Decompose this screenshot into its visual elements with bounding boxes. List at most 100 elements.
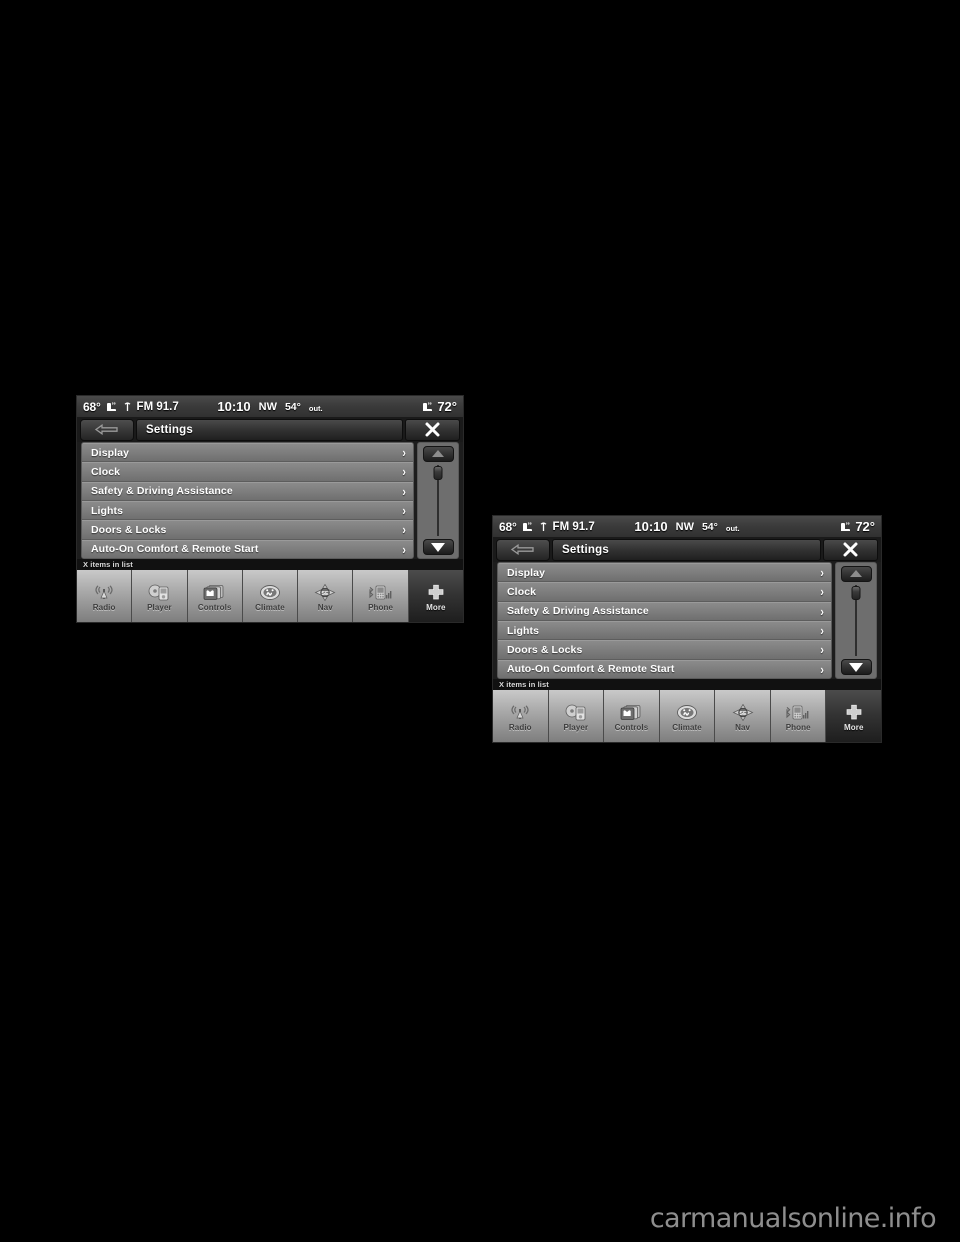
page-title: Settings bbox=[562, 543, 609, 556]
radio-screen-right: 68° FM 91.7 10:10 NW 54° out. 72° Settin… bbox=[492, 515, 882, 743]
screen-inner: 68° FM 91.7 10:10 NW 54° out. 72° Settin… bbox=[77, 396, 463, 622]
svg-text:SE: SE bbox=[739, 711, 747, 717]
climate-fan-icon bbox=[259, 583, 281, 602]
settings-body: Display › Clock › Safety & Driving Assis… bbox=[493, 561, 881, 680]
taskbar-item-climate[interactable]: Climate bbox=[242, 570, 299, 622]
scrollbar[interactable] bbox=[417, 441, 459, 560]
list-item[interactable]: Clock › bbox=[498, 582, 831, 602]
list-item-label: Clock bbox=[91, 465, 121, 478]
back-button[interactable] bbox=[496, 539, 550, 561]
scrollbar-thumb[interactable] bbox=[851, 585, 861, 600]
list-item-label: Lights bbox=[91, 504, 124, 517]
list-item-label: Display bbox=[91, 446, 130, 459]
radio-antenna-icon bbox=[538, 521, 549, 532]
list-item-label: Auto-On Comfort & Remote Start bbox=[91, 543, 259, 556]
list-item[interactable]: Clock › bbox=[82, 462, 413, 482]
taskbar-item-controls[interactable]: Controls bbox=[187, 570, 243, 622]
list-item-label: Lights bbox=[507, 624, 540, 637]
list-item[interactable]: Safety & Driving Assistance › bbox=[82, 481, 413, 501]
taskbar-item-more[interactable]: More bbox=[408, 570, 463, 622]
phone-icon bbox=[367, 583, 395, 602]
taskbar-label: Player bbox=[563, 722, 589, 732]
scroll-down-button[interactable] bbox=[422, 539, 454, 556]
list-item-label: Clock bbox=[507, 585, 537, 598]
controls-icon bbox=[202, 583, 227, 602]
radio-screen-left: 68° FM 91.7 10:10 NW 54° out. 72° Settin… bbox=[76, 395, 464, 623]
taskbar-label: Nav bbox=[317, 602, 333, 612]
nav-compass-icon: SE bbox=[732, 703, 754, 722]
taskbar-item-climate[interactable]: Climate bbox=[659, 690, 716, 742]
controls-icon bbox=[619, 703, 644, 722]
scroll-up-triangle-icon bbox=[850, 570, 862, 578]
status-bar-right: 72° bbox=[421, 399, 457, 414]
close-button[interactable] bbox=[823, 539, 878, 561]
scrollbar-thumb[interactable] bbox=[433, 465, 443, 480]
list-item[interactable]: Display › bbox=[82, 442, 413, 463]
list-item[interactable]: Doors & Locks › bbox=[498, 640, 831, 660]
scroll-up-button[interactable] bbox=[840, 565, 872, 582]
chevron-right-icon: › bbox=[820, 661, 824, 677]
list-item[interactable]: Auto-On Comfort & Remote Start › bbox=[498, 659, 831, 679]
climate-fan-icon bbox=[676, 703, 698, 722]
taskbar-item-player[interactable]: Player bbox=[132, 570, 188, 622]
chevron-right-icon: › bbox=[402, 522, 406, 538]
taskbar-item-nav[interactable]: SE Nav bbox=[715, 690, 771, 742]
scroll-up-triangle-icon bbox=[432, 450, 444, 458]
status-bar: 68° FM 91.7 10:10 NW 54° out. 72° bbox=[77, 396, 463, 417]
back-arrow-icon bbox=[510, 544, 536, 556]
right-seat-temp: 72° bbox=[437, 399, 457, 414]
screen-title-bar: Settings bbox=[552, 539, 821, 561]
outside-temp: 54° bbox=[701, 520, 718, 533]
chevron-right-icon: › bbox=[820, 623, 824, 639]
taskbar-label: Phone bbox=[785, 722, 811, 732]
taskbar-item-player[interactable]: Player bbox=[548, 690, 605, 742]
list-item[interactable]: Auto-On Comfort & Remote Start › bbox=[82, 539, 413, 559]
page-title: Settings bbox=[146, 423, 193, 436]
list-item-label: Safety & Driving Assistance bbox=[507, 605, 649, 618]
back-button[interactable] bbox=[80, 419, 134, 441]
items-in-list-caption: X items in list bbox=[77, 559, 463, 571]
taskbar-label: Player bbox=[147, 602, 172, 612]
taskbar-item-phone[interactable]: Phone bbox=[770, 690, 827, 742]
taskbar-label: Climate bbox=[672, 722, 702, 732]
close-button[interactable] bbox=[405, 419, 460, 441]
list-item[interactable]: Display › bbox=[498, 562, 831, 583]
outside-temp: 54° bbox=[284, 400, 301, 413]
close-x-icon bbox=[842, 541, 859, 558]
screen-inner: 68° FM 91.7 10:10 NW 54° out. 72° Settin… bbox=[493, 516, 881, 742]
list-item-label: Safety & Driving Assistance bbox=[91, 485, 233, 498]
list-item[interactable]: Lights › bbox=[498, 620, 831, 641]
taskbar-label: Radio bbox=[92, 602, 116, 612]
radio-station: FM 91.7 bbox=[552, 520, 595, 533]
scrollbar[interactable] bbox=[835, 561, 877, 680]
chevron-right-icon: › bbox=[402, 503, 406, 519]
taskbar-item-nav[interactable]: SE Nav bbox=[298, 570, 354, 622]
compass-direction: NW bbox=[258, 400, 277, 413]
heated-seat-icon bbox=[421, 401, 434, 413]
scroll-up-button[interactable] bbox=[422, 445, 454, 462]
taskbar-item-radio[interactable]: Radio bbox=[77, 570, 133, 622]
list-item[interactable]: Lights › bbox=[82, 500, 413, 521]
close-x-icon bbox=[424, 421, 441, 438]
scroll-down-triangle-icon bbox=[849, 662, 863, 672]
taskbar-item-radio[interactable]: Radio bbox=[493, 690, 549, 742]
list-item[interactable]: Doors & Locks › bbox=[82, 520, 413, 540]
left-seat-temp: 68° bbox=[83, 399, 101, 414]
title-bar: Settings bbox=[493, 537, 881, 562]
compass-direction: NW bbox=[675, 520, 694, 533]
radio-tower-icon bbox=[509, 703, 531, 722]
taskbar-item-controls[interactable]: Controls bbox=[604, 690, 660, 742]
scroll-down-button[interactable] bbox=[840, 659, 872, 676]
taskbar-item-phone[interactable]: Phone bbox=[353, 570, 409, 622]
taskbar-item-more[interactable]: More bbox=[826, 690, 881, 742]
more-plus-icon bbox=[426, 583, 446, 602]
settings-list: Display › Clock › Safety & Driving Assis… bbox=[81, 441, 414, 560]
list-item[interactable]: Safety & Driving Assistance › bbox=[498, 601, 831, 621]
taskbar-label: Radio bbox=[508, 722, 532, 732]
list-item-label: Doors & Locks bbox=[91, 523, 167, 536]
chevron-right-icon: › bbox=[402, 541, 406, 557]
list-item-label: Display bbox=[507, 566, 546, 579]
chevron-right-icon: › bbox=[402, 464, 406, 480]
back-arrow-icon bbox=[94, 424, 120, 436]
chevron-right-icon: › bbox=[402, 483, 406, 499]
